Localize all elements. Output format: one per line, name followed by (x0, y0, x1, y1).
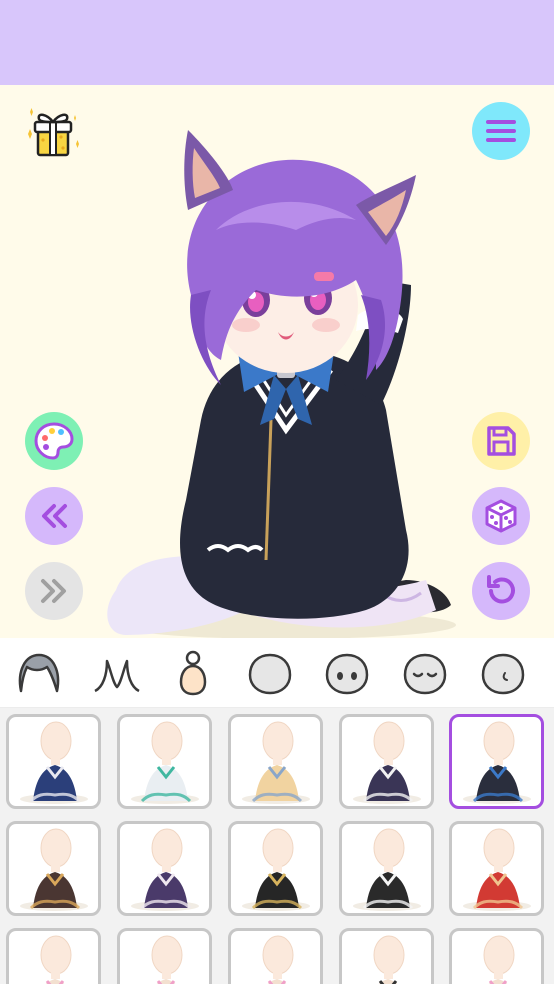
outfit-thumbnail (151, 935, 183, 984)
reset-button[interactable] (472, 562, 530, 620)
category-eyes[interactable] (320, 648, 374, 698)
category-body[interactable] (166, 648, 220, 698)
palette-icon (34, 422, 74, 460)
outfit-tile-purple-off-shoulder[interactable] (117, 821, 212, 916)
animal-ears-icon (94, 659, 140, 693)
outfit-thumbnail (463, 721, 531, 804)
outfit-thumbnail (40, 935, 72, 984)
outfit-tile-black-slip-dress[interactable] (228, 821, 323, 916)
outfit-tile-beige-cardigan[interactable] (228, 714, 323, 809)
outfit-tile-locked-outfit-3[interactable] (228, 928, 323, 984)
outfit-thumbnail (353, 828, 421, 911)
outfit-thumbnail (131, 721, 199, 804)
hair-icon (18, 653, 60, 693)
outfit-thumbnail (373, 935, 405, 984)
random-button[interactable] (472, 487, 530, 545)
side-face-icon (481, 653, 525, 695)
outfit-tile-brown-corset-dress[interactable] (6, 821, 101, 916)
outfit-thumbnail (20, 828, 88, 911)
next-button[interactable] (25, 562, 83, 620)
outfit-thumbnail (483, 935, 515, 984)
hamburger-menu-icon (486, 120, 516, 142)
closed-eyes-face-icon (403, 653, 447, 695)
top-banner (0, 0, 554, 85)
eyes-face-icon (325, 653, 369, 695)
outfit-thumbnail (242, 721, 310, 804)
outfit-tile-black-corset-white-blouse[interactable] (339, 821, 434, 916)
category-face-shape[interactable] (243, 648, 297, 698)
category-bar (0, 638, 554, 708)
outfit-tile-locked-outfit-2[interactable] (117, 928, 212, 984)
head-icon (248, 653, 292, 695)
outfit-tile-locked-outfit-1[interactable] (6, 928, 101, 984)
outfit-tile-locked-outfit-4[interactable] (449, 928, 544, 984)
dress-up-app (0, 0, 554, 984)
gift-box-icon (28, 108, 79, 157)
category-side-face[interactable] (476, 648, 530, 698)
outfit-thumbnail (20, 721, 88, 804)
outfit-thumbnail (262, 935, 294, 984)
outfit-tile-maid-dress[interactable] (339, 714, 434, 809)
menu-button[interactable] (472, 102, 530, 160)
outfit-tile-red-kimono[interactable] (449, 821, 544, 916)
outfit-thumbnail (463, 828, 531, 911)
category-hair[interactable] (12, 648, 66, 698)
gift-button[interactable] (22, 104, 84, 160)
outfit-thumbnail (353, 721, 421, 804)
outfit-thumbnail (131, 828, 199, 911)
save-button[interactable] (472, 412, 530, 470)
body-icon (179, 650, 207, 696)
outfit-grid (0, 708, 554, 984)
outfit-thumbnail (242, 828, 310, 911)
category-ears[interactable] (89, 648, 143, 698)
character-illustration (107, 130, 456, 638)
double-chevron-left-icon (42, 504, 67, 528)
dice-icon (485, 499, 517, 533)
outfit-tile-sailor-uniform[interactable] (6, 714, 101, 809)
category-expression[interactable] (398, 648, 452, 698)
floppy-disk-icon (487, 426, 516, 456)
double-chevron-right-icon (41, 579, 66, 603)
palette-button[interactable] (25, 412, 83, 470)
outfit-tile-back-view-outfit[interactable] (339, 928, 434, 984)
previous-button[interactable] (25, 487, 83, 545)
outfit-tile-black-school-uniform[interactable] (449, 714, 544, 809)
undo-icon (487, 575, 515, 604)
outfit-tile-white-sailor-dress[interactable] (117, 714, 212, 809)
